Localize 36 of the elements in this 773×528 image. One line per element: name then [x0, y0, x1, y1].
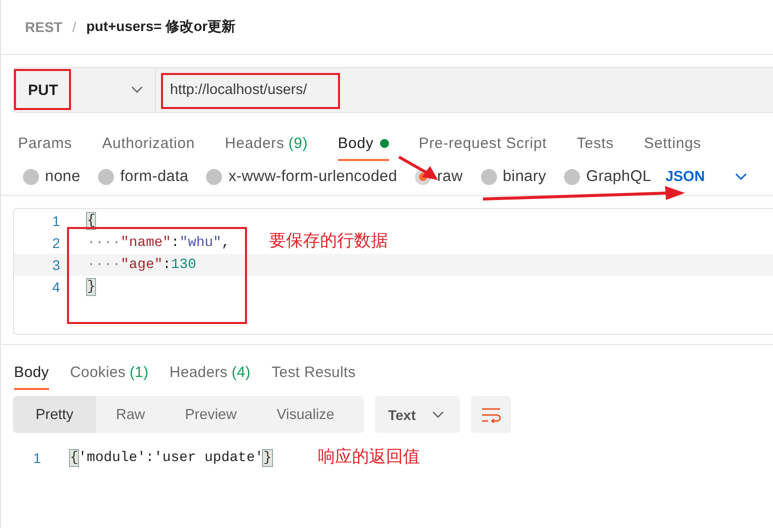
view-mode-tab[interactable]: Pretty [13, 396, 96, 433]
radio-label[interactable]: GraphQL [586, 168, 652, 186]
view-mode-tab[interactable]: Raw [96, 396, 166, 433]
breadcrumb-separator: / [72, 19, 76, 35]
tab[interactable]: Headers (9) [224, 129, 308, 161]
tab[interactable]: Headers (4) [170, 359, 251, 390]
code-line: {'module':'user update'} [70, 450, 272, 466]
tab[interactable]: Test Results [272, 359, 356, 390]
tab[interactable]: Body [338, 129, 389, 161]
format-dropdown[interactable]: JSON [665, 169, 705, 185]
line-number: 3 [51, 257, 61, 273]
code-line: ····"name":"whu", [87, 235, 230, 251]
code-line: ····"age":130 [87, 257, 196, 273]
tab[interactable]: Params [18, 129, 72, 161]
tab[interactable]: Body [14, 359, 49, 390]
line-number: 4 [51, 279, 61, 295]
annotation-note: 响应的返回值 [318, 446, 420, 468]
view-mode-tab[interactable]: Visualize [256, 396, 354, 433]
tab[interactable]: Pre-request Script [418, 129, 547, 161]
radio-label[interactable]: binary [502, 168, 546, 186]
radio-label[interactable]: none [45, 168, 80, 186]
radio-label[interactable]: x-www-form-urlencoded [228, 168, 398, 186]
format-dropdown[interactable]: Text [375, 396, 460, 433]
tab[interactable]: Settings [644, 129, 702, 161]
line-number: 1 [32, 450, 42, 466]
line-number: 2 [51, 235, 61, 251]
request-name: put+users= 修改or更新 [86, 18, 236, 36]
view-mode-tab[interactable]: Preview [165, 396, 257, 433]
radio-label[interactable]: form-data [120, 168, 188, 186]
tab[interactable]: Cookies (1) [70, 359, 149, 390]
line-number: 1 [51, 213, 61, 229]
annotation-note: 要保存的行数据 [269, 230, 388, 252]
radio-label[interactable]: raw [437, 168, 463, 186]
tab[interactable]: Tests [576, 129, 614, 161]
collection-name[interactable]: REST [25, 19, 62, 35]
tab[interactable]: Authorization [102, 129, 195, 161]
